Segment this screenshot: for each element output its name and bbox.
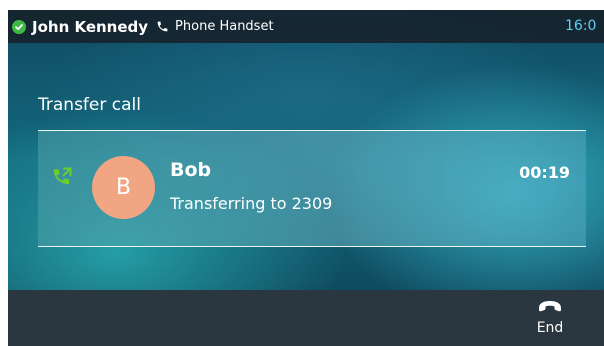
screen-title: Transfer call xyxy=(38,95,141,115)
phone-screen: John Kennedy Phone Handset 16:0 Transfer… xyxy=(8,10,604,346)
hang-up-icon xyxy=(539,301,561,312)
call-status-text: Transferring to 2309 xyxy=(170,194,333,213)
avatar: B xyxy=(92,156,155,219)
call-card[interactable]: B Bob Transferring to 2309 00:19 xyxy=(38,130,586,247)
device-label: Phone Handset xyxy=(175,19,274,34)
status-bar: John Kennedy Phone Handset 16:0 xyxy=(8,10,604,43)
end-call-button[interactable]: End xyxy=(524,298,576,346)
check-circle-icon xyxy=(12,19,26,34)
avatar-initial: B xyxy=(115,175,132,200)
call-timer: 00:19 xyxy=(519,163,570,182)
call-transfer-icon xyxy=(53,167,72,184)
account-name: John Kennedy xyxy=(32,17,149,36)
phone-handset-icon xyxy=(156,20,170,34)
contact-name: Bob xyxy=(170,159,212,181)
clock: 16:0 xyxy=(565,18,597,34)
end-label: End xyxy=(536,320,564,336)
softkey-bar: End xyxy=(8,290,604,346)
